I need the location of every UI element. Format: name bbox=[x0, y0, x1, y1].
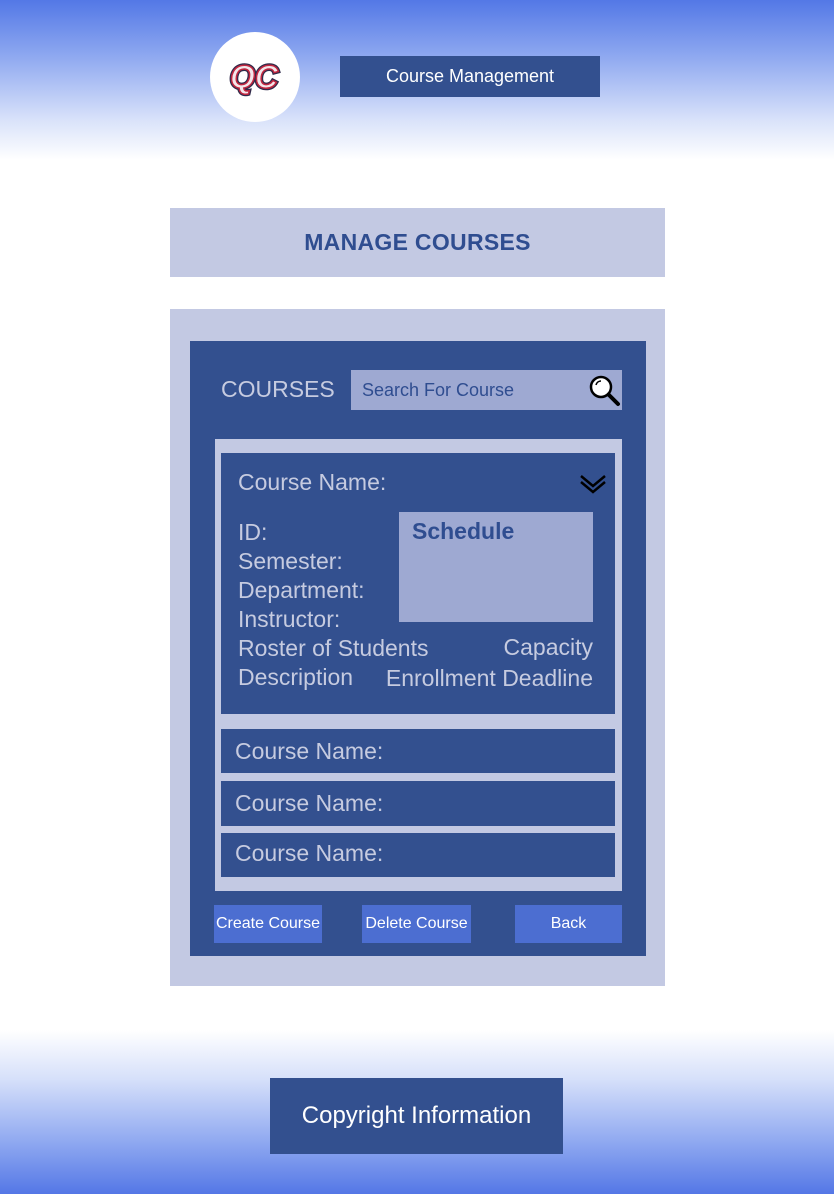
qc-logo-icon: QC QC bbox=[228, 57, 281, 97]
course-description-label[interactable]: Description bbox=[238, 663, 353, 692]
course-card-collapsed[interactable]: Course Name: bbox=[221, 781, 615, 826]
logo[interactable]: QC QC bbox=[210, 32, 300, 122]
course-name-label: Course Name: bbox=[235, 738, 384, 764]
logo-text-overlay: QC bbox=[230, 59, 279, 95]
course-name-label: Course Name: bbox=[235, 790, 384, 816]
create-course-button[interactable]: Create Course bbox=[214, 905, 322, 943]
course-semester-label: Semester: bbox=[238, 548, 343, 574]
search-input[interactable] bbox=[351, 370, 581, 410]
courses-heading: COURSES bbox=[221, 376, 335, 402]
course-instructor-label: Instructor: bbox=[238, 606, 341, 632]
course-capacity-label: Capacity bbox=[503, 634, 593, 660]
course-card-collapsed[interactable]: Course Name: bbox=[221, 729, 615, 773]
course-id-label: ID: bbox=[238, 519, 268, 545]
course-name-label: Course Name: bbox=[235, 840, 384, 866]
search-box bbox=[351, 370, 622, 410]
copyright-info[interactable]: Copyright Information bbox=[270, 1078, 563, 1154]
course-enrollment-deadline-label: Enrollment Deadline bbox=[385, 665, 593, 691]
header-title: Course Management bbox=[340, 56, 600, 97]
page-title: MANAGE COURSES bbox=[170, 208, 665, 277]
course-card-collapsed[interactable]: Course Name: bbox=[221, 833, 615, 877]
course-schedule[interactable]: Schedule bbox=[399, 512, 593, 622]
course-department-label: Department: bbox=[238, 577, 365, 603]
course-name-label: Course Name: bbox=[238, 469, 387, 495]
back-button[interactable]: Back bbox=[515, 905, 622, 943]
chevron-down-icon[interactable] bbox=[578, 471, 608, 495]
course-card-expanded[interactable]: Course Name: ID: Semester: Department: I… bbox=[221, 453, 615, 714]
schedule-label: Schedule bbox=[412, 518, 515, 544]
search-icon[interactable] bbox=[588, 374, 622, 408]
delete-course-button[interactable]: Delete Course bbox=[362, 905, 471, 943]
course-roster-label[interactable]: Roster of Students bbox=[238, 634, 429, 663]
